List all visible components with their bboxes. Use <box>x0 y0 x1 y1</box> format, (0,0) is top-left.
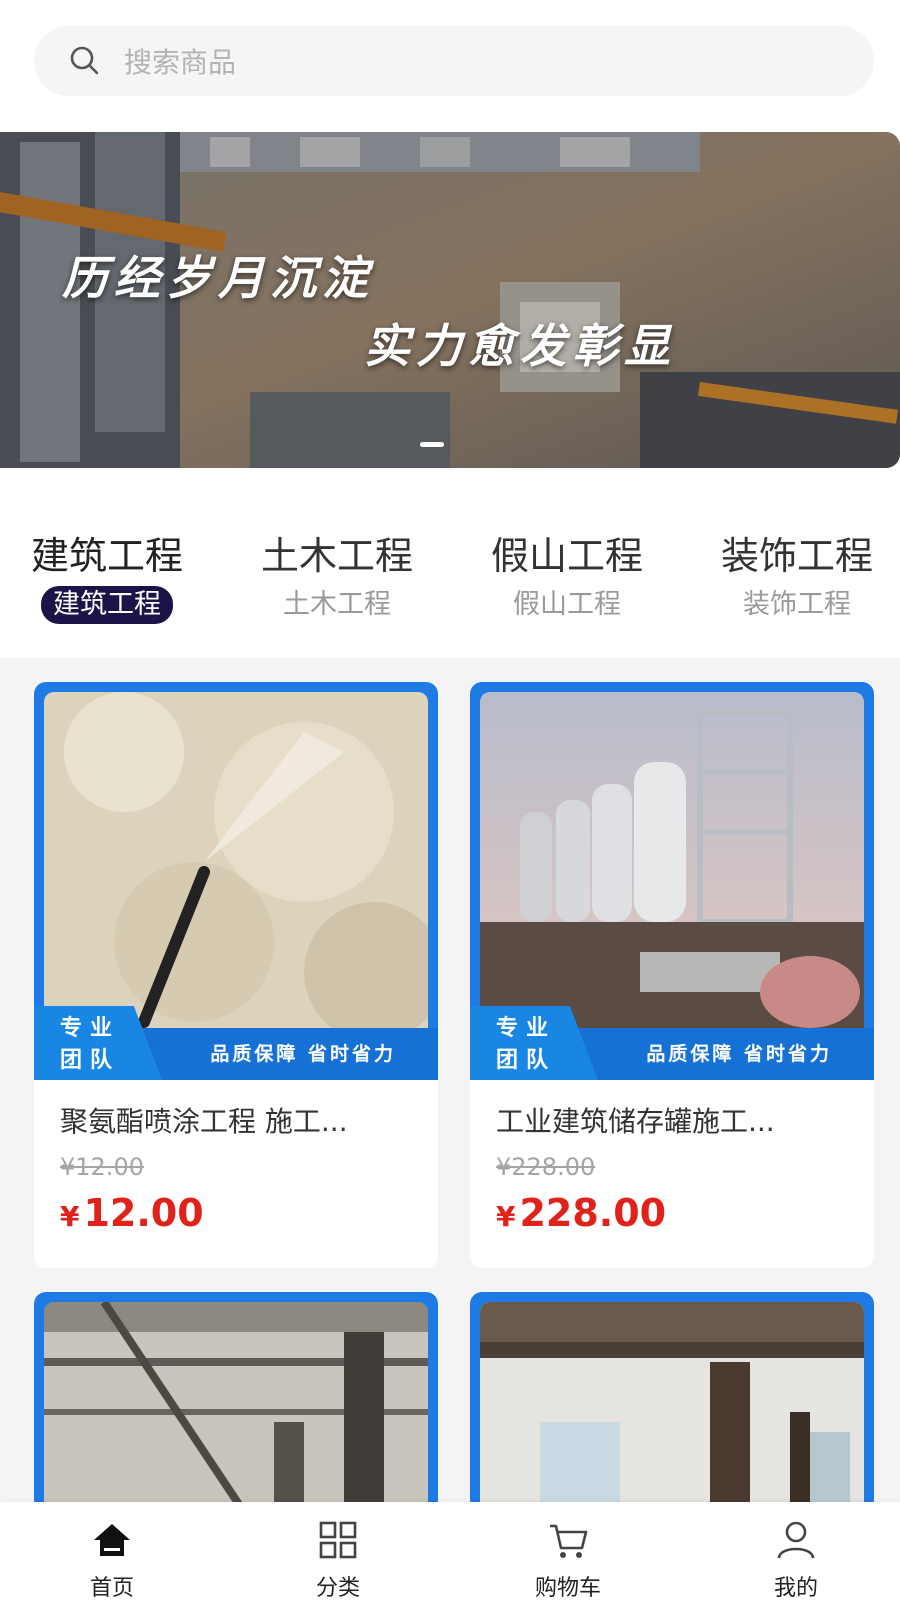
product-image-storage-tanks <box>480 692 864 1030</box>
tag-line1: 专业 <box>496 1016 557 1041</box>
search-icon <box>70 46 99 75</box>
product-card[interactable]: 品质保障 省时省力 专业 团队 工业建筑储存罐施工... ¥228.00 ¥22… <box>470 682 874 1268</box>
nav-profile[interactable]: 我的 <box>736 1518 856 1600</box>
currency-symbol: ¥ <box>60 1200 80 1233</box>
search-bar[interactable]: 搜索商品 <box>34 26 874 96</box>
tab-subtitle: 土木工程 <box>283 589 391 620</box>
product-card[interactable] <box>470 1292 874 1512</box>
product-price: ¥228.00 <box>496 1190 848 1244</box>
grid-icon <box>319 1521 357 1559</box>
currency-symbol: ¥ <box>496 1200 516 1233</box>
product-image-frame: 品质保障 省时省力 专业 团队 <box>34 682 438 1080</box>
tab-title: 土木工程 <box>260 534 413 578</box>
product-image-steel-frame <box>44 1302 428 1512</box>
tab-subtitle: 装饰工程 <box>743 589 851 620</box>
ribbon-slogan: 品质保障 省时省力 <box>210 1043 396 1065</box>
search-placeholder: 搜索商品 <box>124 46 237 79</box>
product-original-price: ¥228.00 <box>496 1153 596 1181</box>
home-icon <box>94 1524 130 1556</box>
tag-line2: 团队 <box>496 1048 557 1073</box>
nav-label: 我的 <box>773 1576 818 1600</box>
nav-label: 购物车 <box>534 1576 601 1600</box>
ribbon-slogan: 品质保障 省时省力 <box>646 1043 832 1065</box>
tab-building[interactable]: 建筑工程 建筑工程 <box>12 532 202 624</box>
price-value: 12.00 <box>83 1191 204 1235</box>
nav-category[interactable]: 分类 <box>278 1518 398 1600</box>
product-card[interactable] <box>34 1292 438 1512</box>
header-area: 搜索商品 历经岁月沉淀 实力愈发彰显 <box>0 0 900 496</box>
bottom-tab-bar: 首页 分类 购物车 我的 <box>0 1502 900 1600</box>
banner-subheadline: 实力愈发彰显 <box>364 319 676 373</box>
product-original-price: ¥12.00 <box>60 1153 144 1181</box>
product-image-frame <box>470 1292 874 1512</box>
product-image-interior-beam <box>480 1302 864 1512</box>
nav-label: 分类 <box>315 1576 360 1600</box>
product-image-frame: 品质保障 省时省力 专业 团队 <box>470 682 874 1080</box>
product-image-frame <box>34 1292 438 1512</box>
tag-line1: 专业 <box>60 1016 121 1041</box>
tab-title: 假山工程 <box>490 534 643 578</box>
tab-decoration[interactable]: 装饰工程 装饰工程 <box>702 532 892 624</box>
nav-label: 首页 <box>89 1576 134 1600</box>
tab-subtitle: 建筑工程 <box>41 586 173 624</box>
tab-civil[interactable]: 土木工程 土木工程 <box>242 532 432 624</box>
tab-subtitle: 假山工程 <box>513 589 621 620</box>
tab-title: 装饰工程 <box>720 534 873 578</box>
tag-line2: 团队 <box>60 1048 121 1073</box>
banner-headline: 历经岁月沉淀 <box>62 251 374 305</box>
tab-title: 建筑工程 <box>30 534 183 578</box>
product-card[interactable]: 品质保障 省时省力 专业 团队 聚氨酯喷涂工程 施工... ¥12.00 ¥12… <box>34 682 438 1268</box>
product-title: 聚氨酯喷涂工程 施工... <box>60 1105 348 1138</box>
product-title: 工业建筑储存罐施工... <box>496 1105 775 1138</box>
nav-home[interactable]: 首页 <box>52 1518 172 1600</box>
user-icon <box>777 1521 815 1559</box>
price-value: 228.00 <box>519 1191 667 1235</box>
nav-cart[interactable]: 购物车 <box>508 1518 628 1600</box>
cart-icon <box>550 1524 588 1558</box>
carousel-indicator[interactable] <box>420 442 444 447</box>
product-image-foam-spray <box>44 692 428 1030</box>
banner-carousel[interactable]: 历经岁月沉淀 实力愈发彰显 <box>0 132 900 468</box>
tab-rockery[interactable]: 假山工程 假山工程 <box>472 532 662 624</box>
product-price: ¥12.00 <box>60 1190 412 1244</box>
category-tabs: 建筑工程 建筑工程 土木工程 土木工程 假山工程 假山工程 装饰工程 装饰工程 <box>0 496 900 658</box>
